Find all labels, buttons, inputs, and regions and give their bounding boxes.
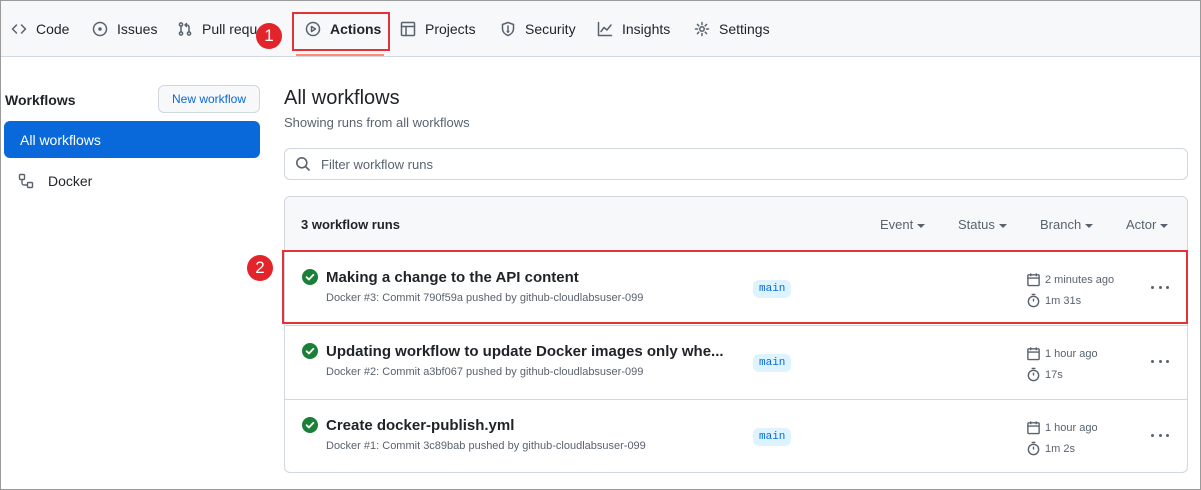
tab-label: Code (36, 21, 70, 37)
callout-badge-1: 1 (256, 23, 282, 49)
branch-label[interactable]: main (753, 428, 792, 446)
event-filter-button[interactable]: Event (880, 217, 926, 232)
run-duration: 17s (1026, 367, 1063, 382)
filter-label: Status (958, 217, 995, 232)
runs-count: 3 workflow runs (301, 217, 400, 232)
sidebar-item-label: Docker (48, 172, 93, 189)
actions-tab-highlight (292, 12, 390, 51)
new-workflow-button[interactable]: New workflow (158, 85, 260, 113)
run-duration-text: 17s (1045, 368, 1063, 381)
tab-label: Settings (719, 21, 770, 37)
tab-issues[interactable]: Issues (92, 1, 157, 57)
tab-label: Issues (117, 21, 158, 37)
kebab-menu-icon[interactable] (1149, 353, 1171, 369)
caret-down-icon (1160, 223, 1169, 228)
actor-filter-button[interactable]: Actor (1126, 217, 1169, 232)
sidebar-item-all-workflows[interactable]: All workflows (4, 121, 260, 158)
run-time-text: 1 hour ago (1045, 347, 1098, 360)
runs-header: 3 workflow runs Event Status Branch Acto… (285, 197, 1187, 252)
run-title-link[interactable]: Updating workflow to update Docker image… (326, 343, 724, 360)
caret-down-icon (917, 223, 926, 228)
filter-box (284, 148, 1188, 180)
run-highlight (282, 250, 1188, 324)
tab-security[interactable]: Security (500, 1, 576, 57)
calendar-icon (1027, 347, 1040, 361)
sidebar-title: Workflows (5, 92, 76, 108)
issue-opened-icon (92, 21, 108, 37)
filter-label: Event (880, 217, 914, 232)
tab-pull-requests[interactable]: Pull requ (177, 1, 257, 57)
run-duration: 1m 2s (1026, 441, 1075, 456)
run-time: 1 hour ago (1026, 346, 1098, 361)
callout-badge-2: 2 (247, 255, 273, 281)
check-circle-icon (302, 417, 318, 433)
caret-down-icon (998, 223, 1007, 228)
tab-label: Projects (425, 21, 476, 37)
tab-code[interactable]: Code (11, 1, 69, 57)
caret-down-icon (1085, 223, 1094, 228)
tab-label: Security (525, 21, 576, 37)
tab-settings[interactable]: Settings (694, 1, 770, 57)
workflow-icon (18, 173, 34, 188)
check-circle-icon (302, 343, 318, 359)
stopwatch-icon (1027, 367, 1040, 382)
tab-label: Pull requ (202, 21, 258, 37)
status-filter-button[interactable]: Status (958, 217, 1007, 232)
tab-projects[interactable]: Projects (400, 1, 476, 57)
code-icon (11, 24, 27, 34)
page-title: All workflows (284, 87, 400, 109)
filter-workflow-runs-input[interactable] (321, 156, 1141, 172)
gear-icon (694, 21, 710, 37)
calendar-icon (1027, 421, 1040, 435)
repo-nav: Code Issues Pull requ Actions Projects S… (1, 1, 1200, 57)
kebab-menu-icon[interactable] (1149, 427, 1171, 443)
tab-label: Insights (622, 21, 671, 37)
sidebar-item-docker[interactable]: Docker (4, 162, 260, 199)
page-subtitle: Showing runs from all workflows (284, 115, 470, 130)
filter-label: Branch (1040, 217, 1082, 232)
search-icon (296, 157, 311, 172)
workflow-runs-list: 3 workflow runs Event Status Branch Acto… (284, 196, 1188, 473)
run-time: 1 hour ago (1026, 420, 1098, 435)
workflow-run-row[interactable]: Updating workflow to update Docker image… (285, 326, 1187, 400)
git-pull-request-icon (178, 22, 192, 36)
graph-icon (597, 21, 613, 37)
run-meta: Docker #1: Commit 3c89bab pushed by gith… (326, 440, 646, 452)
run-title-link[interactable]: Create docker-publish.yml (326, 417, 514, 434)
shield-icon (501, 21, 515, 37)
run-meta: Docker #2: Commit a3bf067 pushed by gith… (326, 366, 644, 378)
filter-label: Actor (1126, 217, 1157, 232)
active-tab-underline (296, 54, 384, 56)
table-icon (400, 21, 416, 37)
branch-filter-button[interactable]: Branch (1040, 217, 1094, 232)
stopwatch-icon (1027, 441, 1040, 456)
run-time-text: 1 hour ago (1045, 421, 1098, 434)
branch-label[interactable]: main (753, 354, 792, 372)
workflow-run-row[interactable]: Create docker-publish.yml Docker #1: Com… (285, 400, 1187, 472)
tab-insights[interactable]: Insights (597, 1, 670, 57)
sidebar-item-label: All workflows (20, 131, 101, 148)
run-duration-text: 1m 2s (1045, 442, 1075, 455)
